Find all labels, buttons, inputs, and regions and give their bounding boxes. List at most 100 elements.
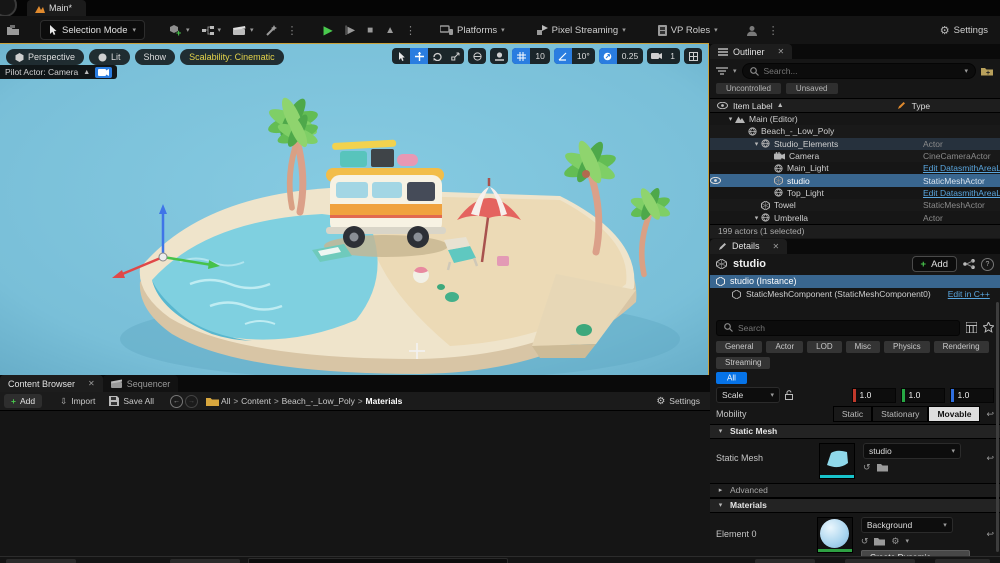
element-0-material-dropdown[interactable]: Background▾: [861, 517, 953, 533]
edit-tools-button[interactable]: [260, 22, 283, 39]
vp-roles-dropdown[interactable]: VP Roles ▾: [652, 22, 724, 39]
back-button[interactable]: ←: [170, 395, 183, 408]
collaboration-button[interactable]: [740, 22, 764, 39]
tab-outliner[interactable]: Outliner ✕: [710, 44, 792, 59]
eject-pilot-icon[interactable]: ▲: [83, 69, 90, 76]
cinematics-dropdown[interactable]: ▾: [227, 22, 260, 39]
element-0-thumbnail[interactable]: [817, 517, 852, 553]
use-selected-asset-icon[interactable]: ↺: [861, 536, 869, 547]
scale-snap-value[interactable]: 0.25: [617, 51, 644, 61]
frame-skip-button[interactable]: |▶: [339, 22, 361, 39]
edit-datasmith-link[interactable]: Edit DatasmithAreaLight: [923, 188, 1000, 198]
show-dropdown[interactable]: Show: [135, 49, 176, 65]
mobility-option-stationary[interactable]: Stationary: [872, 406, 928, 422]
close-icon[interactable]: ✕: [88, 379, 95, 388]
outliner-row-main-light[interactable]: Main_LightEdit DatasmithAreaLight: [710, 162, 1000, 174]
new-folder-icon[interactable]: +: [981, 66, 994, 76]
section-advanced-1[interactable]: ▸Advanced: [710, 483, 1000, 498]
reset-material-icon[interactable]: ↩: [986, 529, 994, 540]
outliner-search-input[interactable]: Search... ▾: [742, 63, 976, 79]
expander-icon[interactable]: ▾: [726, 115, 735, 123]
filter-icon[interactable]: [716, 67, 728, 76]
filter-chip-lod[interactable]: LOD: [807, 341, 841, 353]
play-options-menu[interactable]: ⋮: [401, 24, 420, 37]
outliner-row-towel[interactable]: TowelStaticMeshActor: [710, 199, 1000, 211]
output-log-button[interactable]: [170, 559, 240, 563]
scale-z-field[interactable]: 1.0: [950, 388, 994, 403]
browse-to-asset-icon[interactable]: [874, 536, 885, 546]
filter-chip-misc[interactable]: Misc: [846, 341, 880, 353]
scale-y-field[interactable]: 1.0: [901, 388, 945, 403]
expander-icon[interactable]: ▾: [752, 214, 761, 222]
filter-chip-streaming[interactable]: Streaming: [716, 357, 770, 369]
section-materials[interactable]: ▾Materials: [710, 498, 1000, 513]
mobility-option-movable[interactable]: Movable: [928, 406, 980, 422]
branch-icon[interactable]: [963, 259, 975, 269]
outliner-row-camera[interactable]: CameraCineCameraActor: [710, 150, 1000, 162]
camera-view-icon[interactable]: [95, 67, 112, 78]
outliner-row-studio-elements[interactable]: ▾Studio_ElementsActor: [710, 138, 1000, 150]
grid-snap-toggle[interactable]: [512, 48, 530, 64]
outliner-column-header[interactable]: Item Label ▲ Type: [710, 98, 1000, 113]
static-mesh-thumbnail[interactable]: [819, 443, 855, 479]
breadcrumb-materials[interactable]: Materials: [366, 396, 403, 406]
source-control-button[interactable]: [845, 559, 915, 563]
favorites-star-icon[interactable]: [983, 322, 994, 333]
scale-tool-button[interactable]: [446, 48, 464, 64]
display-options-icon[interactable]: [966, 322, 977, 333]
select-tool-button[interactable]: [392, 48, 410, 64]
camera-speed-value[interactable]: 1: [665, 51, 680, 61]
breadcrumb-beach_-_low_poly[interactable]: Beach_-_Low_Poly: [282, 396, 355, 406]
eject-button[interactable]: ▲: [379, 22, 401, 39]
add-asset-button[interactable]: +Add: [4, 394, 42, 408]
static-mesh-asset-dropdown[interactable]: studio▾: [863, 443, 961, 459]
maximize-viewport-button[interactable]: [684, 48, 702, 64]
pixel-streaming-dropdown[interactable]: Pixel Streaming ▾: [531, 22, 632, 39]
derived-data-button[interactable]: [755, 559, 815, 563]
help-icon[interactable]: ?: [981, 258, 994, 271]
recent-levels-button[interactable]: [0, 21, 26, 39]
platforms-dropdown[interactable]: Platforms ▾: [434, 22, 511, 39]
browse-to-asset-icon[interactable]: [877, 462, 888, 472]
reset-static-mesh-icon[interactable]: ↩: [986, 453, 994, 464]
chevron-down-icon[interactable]: ▾: [733, 67, 737, 75]
blueprints-dropdown[interactable]: ▾: [196, 22, 228, 38]
breadcrumb-content[interactable]: Content: [241, 396, 271, 406]
expander-icon[interactable]: ▾: [752, 140, 761, 148]
rotation-snap-toggle[interactable]: [554, 48, 572, 64]
toolbar-overflow-menu[interactable]: ⋮: [283, 24, 302, 37]
edit-in-cpp-link[interactable]: Edit in C++: [948, 289, 990, 299]
filter-chip-physics[interactable]: Physics: [884, 341, 930, 353]
close-icon[interactable]: ✕: [778, 47, 785, 56]
outliner-row-beach-low-poly[interactable]: Beach_-_Low_Poly: [710, 125, 1000, 137]
material-options-icon[interactable]: ⚙: [891, 536, 899, 547]
add-component-button[interactable]: +Add: [912, 256, 957, 272]
add-actor-dropdown[interactable]: + ▾: [163, 21, 196, 39]
edit-datasmith-link[interactable]: Edit DatasmithAreaLight: [923, 163, 1000, 173]
editor-settings-button[interactable]: ⚙ Settings: [934, 21, 994, 40]
selection-mode-dropdown[interactable]: Selection Mode ▾: [40, 20, 145, 40]
details-scrollbar[interactable]: [996, 302, 999, 552]
play-button[interactable]: ▶: [318, 20, 339, 40]
level-tab-main[interactable]: Main*: [27, 0, 86, 16]
filter-chip-actor[interactable]: Actor: [766, 341, 803, 353]
mobility-option-static[interactable]: Static: [833, 406, 872, 422]
save-all-button[interactable]: Save All: [103, 394, 160, 408]
outliner-row-umbrella[interactable]: ▾UmbrellaActor: [710, 211, 1000, 223]
reset-mobility-icon[interactable]: ↩: [986, 409, 994, 420]
section-static-mesh[interactable]: ▾Static Mesh: [710, 424, 1000, 439]
close-icon[interactable]: ✕: [773, 242, 780, 251]
level-viewport[interactable]: Perspective Lit Show Scalability: Cinema…: [0, 44, 708, 375]
scale-snap-toggle[interactable]: [599, 48, 617, 64]
filter-chip-general[interactable]: General: [716, 341, 762, 353]
scalability-warning[interactable]: Scalability: Cinematic: [180, 49, 284, 65]
lit-dropdown[interactable]: Lit: [89, 49, 130, 65]
surface-snapping-button[interactable]: [490, 48, 508, 64]
status-badge-uncontrolled[interactable]: Uncontrolled: [716, 83, 781, 94]
grid-snap-value[interactable]: 10: [530, 51, 549, 61]
outliner-row-studio[interactable]: studioStaticMeshActor: [710, 174, 1000, 186]
console-input[interactable]: [248, 558, 508, 563]
stop-button[interactable]: ■: [361, 22, 379, 39]
component-row-staticmesh[interactable]: StaticMeshComponent (StaticMeshComponent…: [710, 288, 1000, 301]
status-badge-unsaved[interactable]: Unsaved: [786, 83, 838, 94]
